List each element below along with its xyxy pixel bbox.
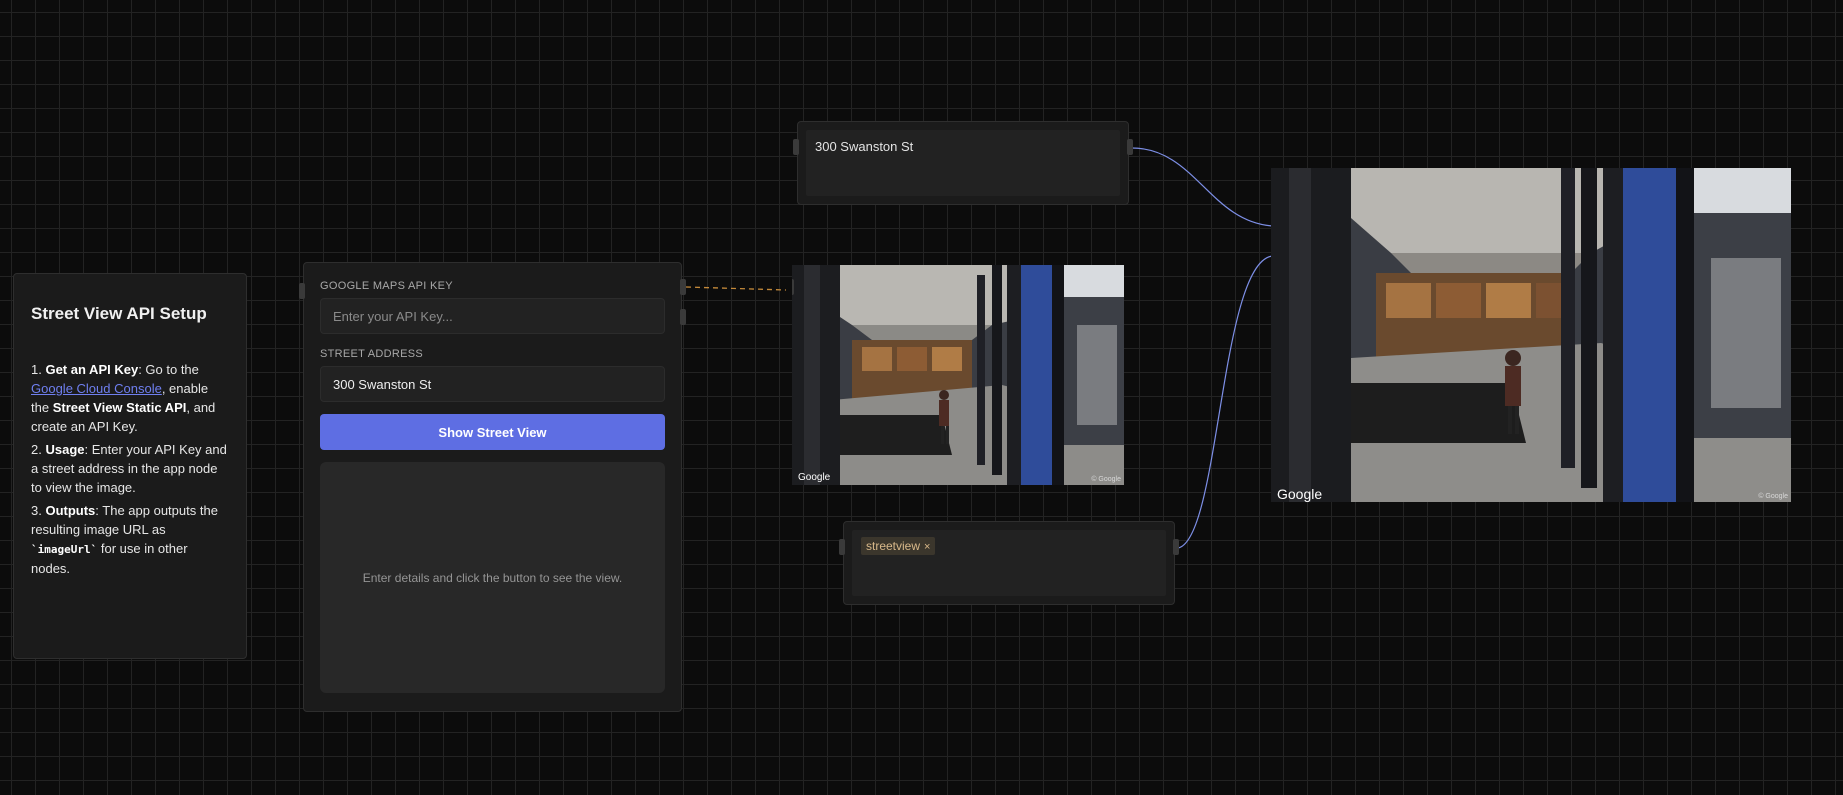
output-port[interactable] [680, 309, 686, 325]
input-port[interactable] [839, 539, 845, 555]
output-port[interactable] [1173, 539, 1179, 555]
input-port[interactable] [793, 139, 799, 155]
step-heading: Usage [45, 442, 85, 457]
notes-step-3: 3. Outputs: The app outputs the resultin… [31, 501, 229, 578]
api-key-label: GOOGLE MAPS API KEY [320, 280, 453, 292]
text-output-node[interactable]: 300 Swanston St [793, 121, 1133, 205]
street-view-image-large[interactable]: Google © Google [1271, 168, 1791, 502]
tag-label: streetview [866, 539, 921, 553]
tag-chip[interactable]: streetview × [861, 537, 936, 555]
step-emphasis: Street View Static API [52, 400, 187, 415]
step-number: 3. [31, 503, 46, 518]
step-heading: Outputs [45, 503, 96, 518]
notes-node[interactable]: Street View API Setup 1. Get an API Key:… [13, 273, 247, 659]
tags-node[interactable]: streetview × [839, 521, 1179, 605]
street-view-photo [792, 265, 1124, 485]
notes-step-1: 1. Get an API Key: Go to the Google Clou… [31, 360, 229, 436]
view-placeholder-text: Enter details and click the button to se… [362, 570, 623, 585]
text-node-value[interactable]: 300 Swanston St [806, 130, 1120, 196]
notes-title: Street View API Setup [31, 304, 207, 323]
api-key-input[interactable] [320, 298, 665, 334]
dashed-wire [685, 286, 787, 291]
street-view-display: Enter details and click the button to se… [320, 462, 665, 693]
street-address-label: STREET ADDRESS [320, 348, 424, 360]
google-copyright: © Google [1091, 476, 1121, 483]
google-copyright: © Google [1758, 493, 1788, 500]
output-port[interactable] [1127, 139, 1133, 155]
street-view-photo [1271, 168, 1791, 502]
input-port[interactable] [792, 279, 794, 295]
step-heading: Get an API Key [45, 362, 139, 377]
step-number: 1. [31, 362, 46, 377]
remove-tag-icon[interactable]: × [924, 541, 930, 553]
street-view-image-small[interactable]: Google © Google [792, 265, 1124, 485]
wire-tags-to-image [1177, 255, 1274, 549]
output-port[interactable] [680, 279, 686, 295]
tags-input[interactable]: streetview × [852, 530, 1166, 596]
street-view-app-node[interactable]: GOOGLE MAPS API KEY STREET ADDRESS Show … [299, 262, 686, 712]
step-text: : Go to the [138, 362, 199, 377]
google-cloud-console-link[interactable]: Google Cloud Console [31, 381, 162, 396]
step-number: 2. [31, 442, 46, 457]
street-address-input[interactable] [320, 366, 665, 402]
input-port[interactable] [299, 283, 305, 299]
show-street-view-button[interactable]: Show Street View [320, 414, 665, 450]
wire-text-to-image [1131, 147, 1274, 227]
google-logo: Google [798, 472, 831, 483]
inline-code: `imageUrl` [31, 543, 98, 556]
google-logo: Google [1277, 486, 1323, 502]
notes-step-2: 2. Usage: Enter your API Key and a stree… [31, 440, 229, 497]
